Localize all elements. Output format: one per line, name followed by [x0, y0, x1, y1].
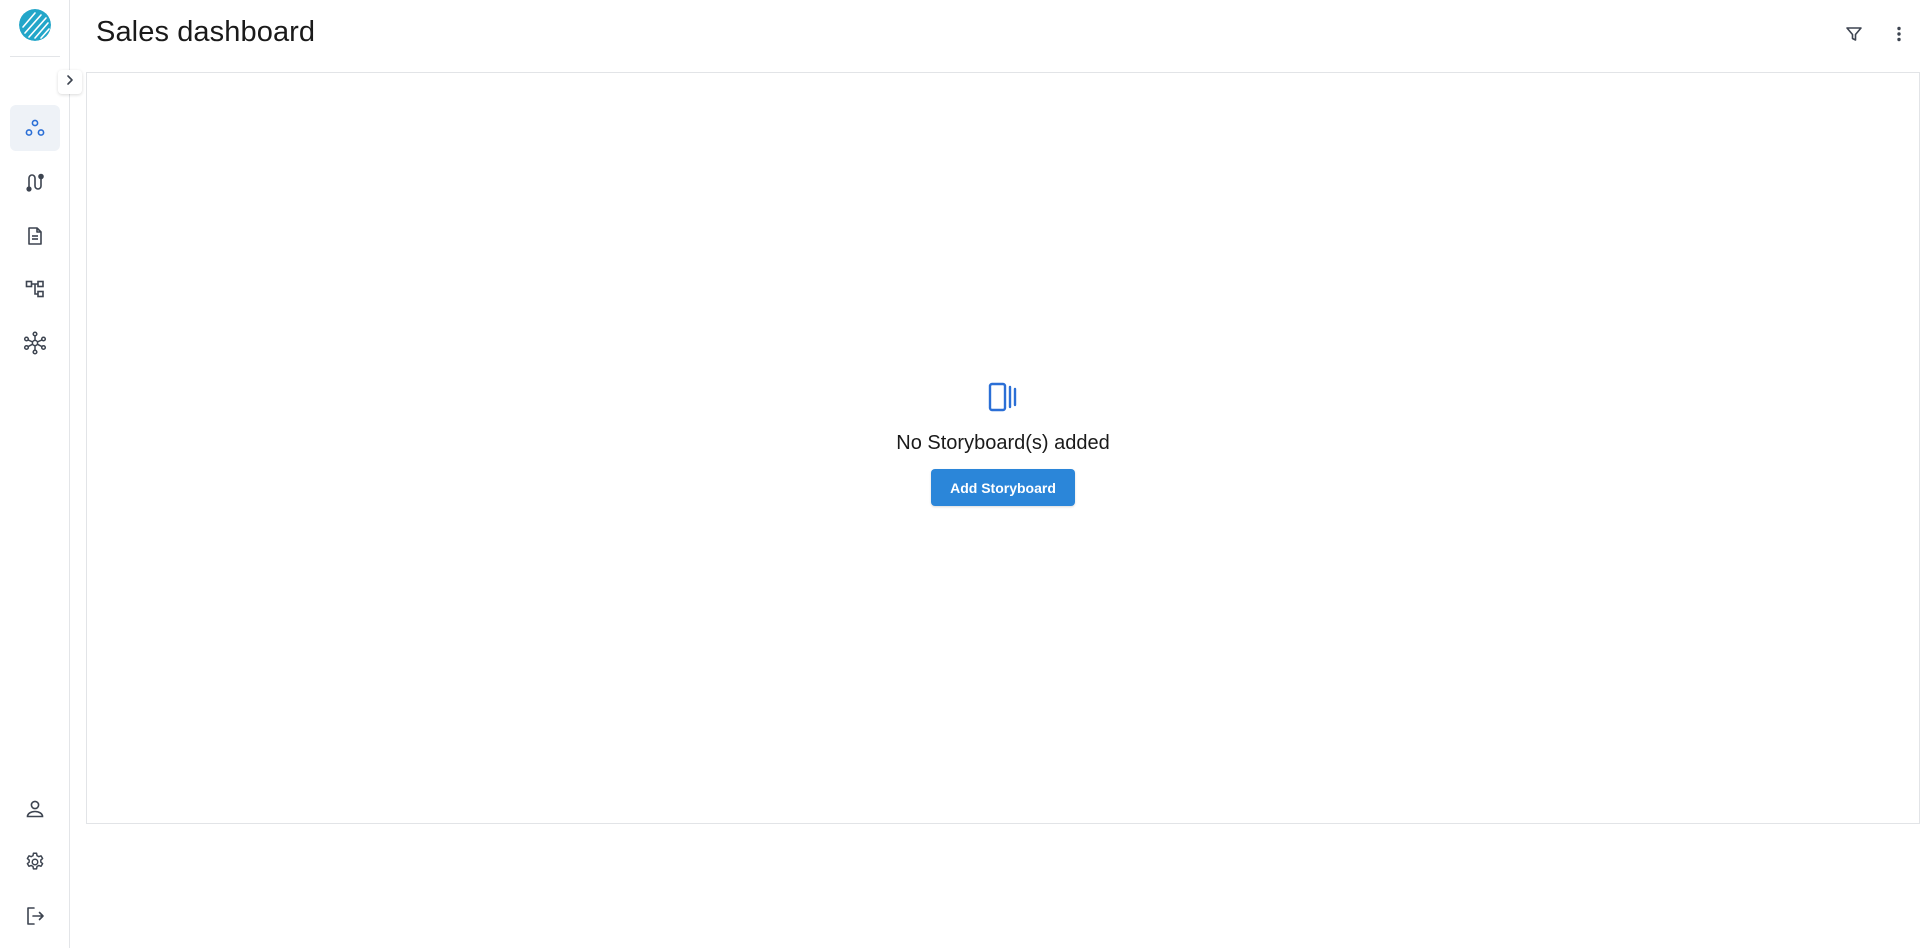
- chevron-right-icon: [63, 73, 77, 92]
- hierarchy-icon: [24, 278, 46, 300]
- logout-icon: [24, 905, 46, 927]
- page-header: Sales dashboard: [70, 0, 1920, 72]
- document-icon: [24, 225, 46, 247]
- sidebar-collapse-toggle[interactable]: [58, 70, 82, 94]
- empty-state: No Storyboard(s) added Add Storyboard: [87, 381, 1919, 506]
- empty-state-message: No Storyboard(s) added: [896, 432, 1110, 454]
- sidebar-item-user[interactable]: [10, 786, 60, 832]
- logo-divider: [10, 56, 60, 57]
- sidebar-item-logout[interactable]: [10, 893, 60, 939]
- storyboard-panel: No Storyboard(s) added Add Storyboard: [86, 72, 1920, 824]
- storyboard-icon: [987, 381, 1019, 418]
- sidebar-item-hierarchy[interactable]: [10, 266, 60, 312]
- app-root: Sales dashboard No Storyboard(s) added A…: [0, 0, 1920, 948]
- add-storyboard-button[interactable]: Add Storyboard: [931, 469, 1075, 506]
- sidebar-item-route[interactable]: [10, 159, 60, 205]
- gear-icon: [24, 851, 46, 873]
- route-icon: [24, 171, 46, 193]
- more-options-button[interactable]: [1883, 20, 1915, 52]
- app-logo-icon[interactable]: [19, 9, 51, 41]
- more-vertical-icon: [1889, 24, 1909, 49]
- filter-button[interactable]: [1838, 20, 1870, 52]
- filter-icon: [1844, 24, 1864, 49]
- page-title: Sales dashboard: [96, 16, 316, 48]
- sidebar-item-network[interactable]: [10, 320, 60, 366]
- sidebar-item-settings[interactable]: [10, 839, 60, 885]
- network-hub-icon: [23, 331, 47, 355]
- user-icon: [24, 798, 46, 820]
- sidebar-item-nodes[interactable]: [10, 105, 60, 151]
- sidebar: [0, 0, 70, 948]
- sidebar-item-documents[interactable]: [10, 213, 60, 259]
- nodes-icon: [24, 117, 46, 139]
